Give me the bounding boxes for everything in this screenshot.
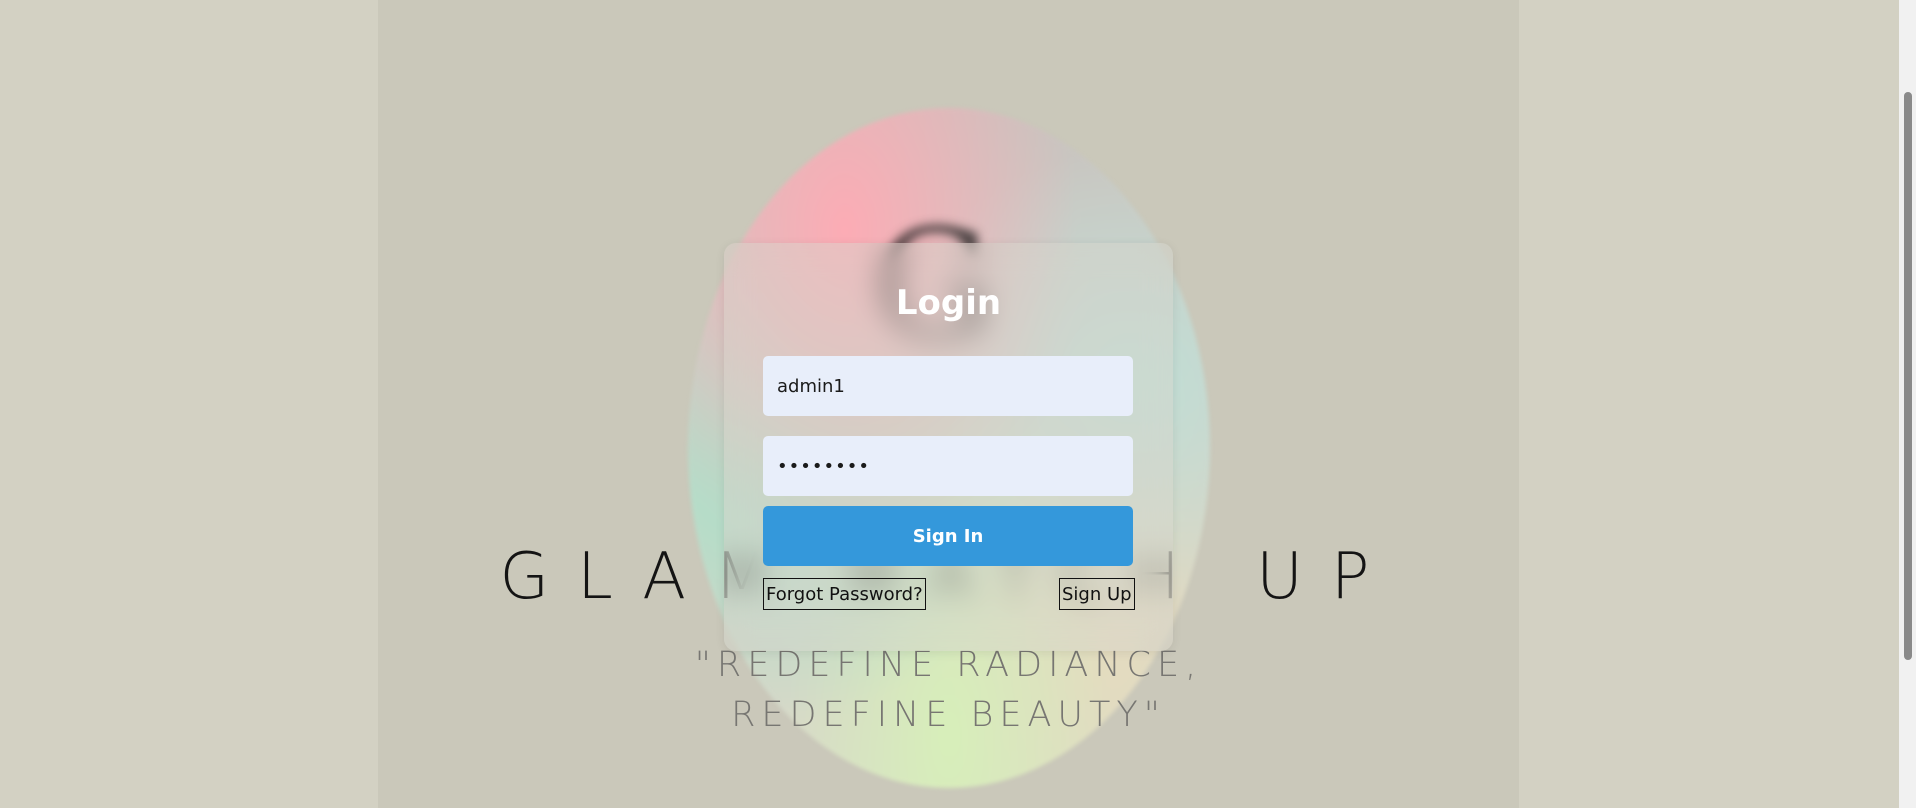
password-input[interactable] <box>763 436 1133 496</box>
login-card: Login Sign In Forgot Password? Sign Up <box>724 243 1173 651</box>
forgot-password-button[interactable]: Forgot Password? <box>763 578 926 610</box>
tagline: "REDEFINE RADIANCE, REDEFINE BEAUTY" <box>378 640 1519 740</box>
vertical-scrollbar[interactable] <box>1899 0 1916 808</box>
username-input[interactable] <box>763 356 1133 416</box>
sign-up-button[interactable]: Sign Up <box>1059 578 1135 610</box>
page: G GLAM MATCH UP "REDEFINE RADIANCE, REDE… <box>0 0 1916 808</box>
tagline-line-2: REDEFINE BEAUTY" <box>731 695 1166 735</box>
scrollbar-thumb[interactable] <box>1904 92 1912 660</box>
sign-in-button[interactable]: Sign In <box>763 506 1133 566</box>
login-title: Login <box>895 283 1002 323</box>
